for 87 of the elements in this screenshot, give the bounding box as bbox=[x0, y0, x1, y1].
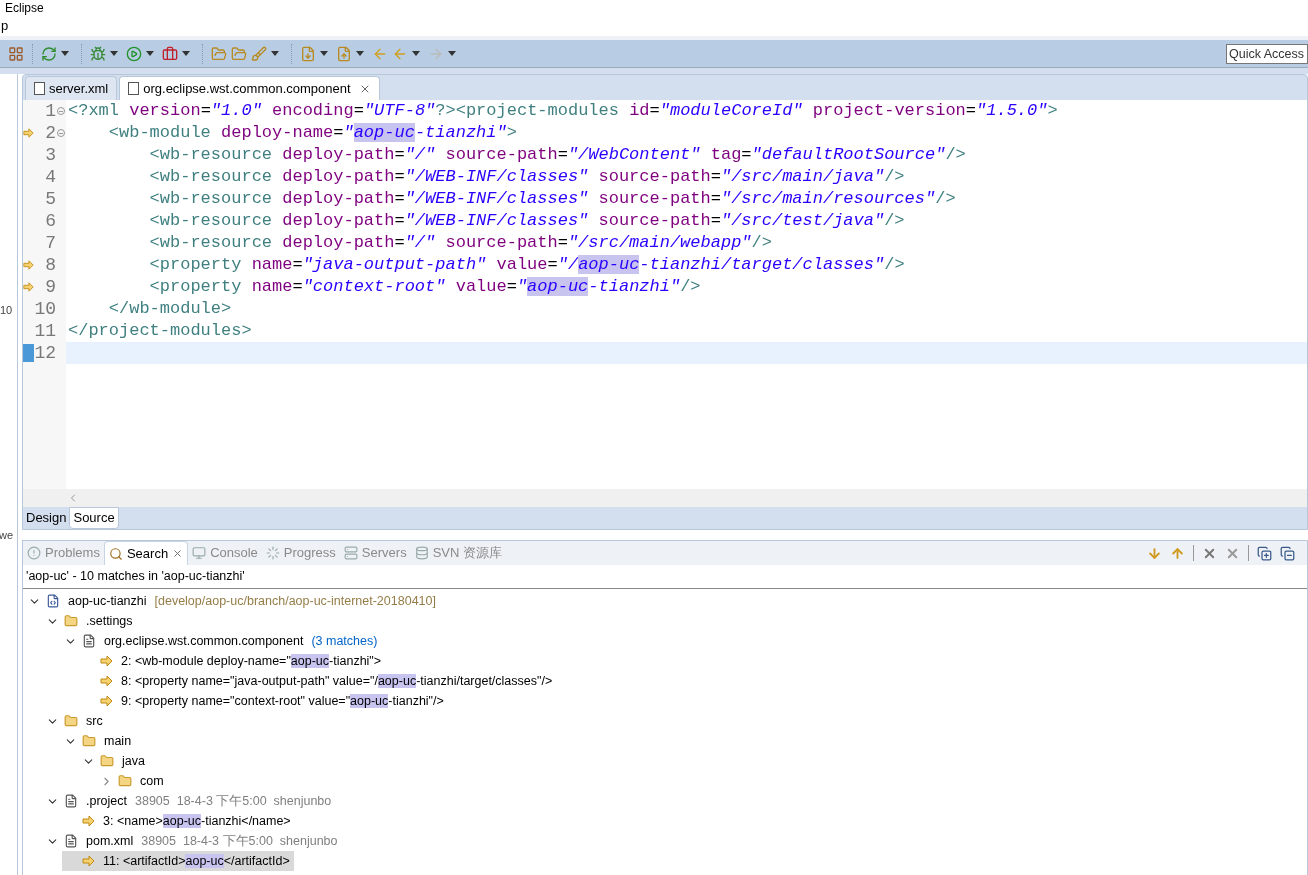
result-row[interactable]: main bbox=[62, 731, 136, 751]
editor-tab[interactable]: server.xml bbox=[25, 76, 118, 100]
file-icon bbox=[64, 794, 78, 808]
dropdown-caret-icon[interactable] bbox=[448, 51, 456, 56]
result-row[interactable]: 2: <wb-module deploy-name="aop-uc-tianzhi"> bbox=[80, 651, 386, 671]
line-number: 12 bbox=[34, 342, 56, 364]
progress-icon bbox=[265, 546, 280, 560]
dropdown-caret-icon[interactable] bbox=[146, 51, 154, 56]
code-line: <wb-resource deploy-path="/" source-path="/src/main/webapp"/> bbox=[148, 233, 772, 252]
folder-icon bbox=[100, 754, 114, 768]
code-line: <property name="context-root" value="aop-uc-tianzhi"/> bbox=[148, 277, 701, 296]
dropdown-caret-icon[interactable] bbox=[412, 51, 420, 56]
arrow-marker-icon bbox=[100, 656, 113, 666]
menu-item[interactable]: p bbox=[0, 16, 9, 36]
quick-access-field[interactable]: Quick Access bbox=[1226, 43, 1308, 64]
result-detail: 38905 18-4-3 下午5:00 shenjunbo bbox=[135, 792, 332, 810]
grid-icon[interactable] bbox=[8, 45, 24, 62]
code-line: <wb-resource deploy-path="/WEB-INF/classes" source-path="/src/test/java"/> bbox=[148, 211, 905, 230]
project-icon bbox=[46, 594, 60, 608]
view-tab[interactable]: Search bbox=[103, 541, 189, 565]
result-row[interactable]: com bbox=[98, 771, 168, 791]
dropdown-caret-icon[interactable] bbox=[110, 51, 118, 56]
code-line: <wb-resource deploy-path="/WEB-INF/classes" source-path="/src/main/java"/> bbox=[148, 167, 905, 186]
folder-icon bbox=[118, 774, 132, 788]
line-number: 5 bbox=[44, 188, 56, 210]
line-number: 11 bbox=[34, 320, 56, 342]
file-icon bbox=[64, 834, 78, 848]
arrow-marker-icon bbox=[100, 676, 113, 686]
line-number: 6 bbox=[44, 210, 56, 232]
folder-icon bbox=[82, 734, 96, 748]
line-number: 4 bbox=[44, 166, 56, 188]
line-number: 7 bbox=[44, 232, 56, 254]
dropdown-caret-icon[interactable] bbox=[320, 51, 328, 56]
arrow-marker-icon bbox=[23, 260, 34, 270]
result-row[interactable]: aop-uc-tianzhi [develop/aop-uc/branch/aop-uc-internet-20180410] bbox=[26, 591, 440, 611]
side-panel-label: 10 bbox=[0, 303, 14, 318]
page-tab[interactable]: Source bbox=[69, 507, 119, 529]
code-line: </project-modules> bbox=[68, 321, 252, 340]
dropdown-caret-icon[interactable] bbox=[61, 51, 69, 56]
result-row[interactable]: 3: <name>aop-uc-tianzhi</name> bbox=[62, 811, 295, 831]
line-number: 2 bbox=[44, 122, 56, 144]
database-icon bbox=[414, 546, 429, 560]
result-row[interactable]: 11: <artifactId>aop-uc</artifactId> bbox=[62, 851, 294, 871]
folder-icon bbox=[64, 614, 78, 628]
code-line: <?xml version="1.0" encoding="UTF-8"?><project-modules id="moduleCoreId" project-version="1.5.0"> bbox=[68, 101, 1058, 120]
arrow-marker-icon bbox=[82, 816, 95, 826]
line-number: 8 bbox=[44, 254, 56, 276]
match-count: (3 matches) bbox=[311, 632, 378, 650]
result-row[interactable]: 8: <property name="java-output-path" value="/aop-uc-tianzhi/target/classes"/> bbox=[80, 671, 557, 691]
result-row[interactable]: .project 38905 18-4-3 下午5:00 shenjunbo bbox=[44, 791, 336, 811]
dropdown-caret-icon[interactable] bbox=[356, 51, 364, 56]
code-line: </wb-module> bbox=[107, 299, 232, 318]
code-line: <wb-module deploy-name="aop-uc-tianzhi"> bbox=[107, 123, 517, 142]
window-title: Eclipse bbox=[5, 0, 44, 17]
editor-tab[interactable]: org.eclipse.wst.common.component bbox=[119, 76, 380, 100]
code-line: <property name="java-output-path" value="/aop-uc-tianzhi/target/classes"/> bbox=[148, 255, 905, 274]
result-detail: 38905 18-4-3 下午5:00 shenjunbo bbox=[141, 832, 338, 850]
result-row[interactable]: org.eclipse.wst.common.component (3 matches) bbox=[62, 631, 382, 651]
result-row[interactable]: src bbox=[44, 711, 107, 731]
close-icon[interactable] bbox=[172, 548, 184, 559]
line-number: 9 bbox=[44, 276, 56, 298]
collapse-all-icon[interactable] bbox=[1280, 545, 1295, 561]
monitor-icon bbox=[192, 546, 207, 560]
code-line: <wb-resource deploy-path="/" source-path="/WebContent" tag="defaultRootSource"/> bbox=[148, 145, 966, 164]
arrow-marker-icon bbox=[23, 282, 34, 292]
result-row[interactable]: .settings bbox=[44, 611, 137, 631]
search-icon bbox=[108, 546, 123, 561]
search-summary: 'aop-uc' - 10 matches in 'aop-uc-tianzhi' bbox=[26, 568, 245, 586]
page-tab[interactable]: Design bbox=[23, 507, 70, 529]
problems-icon bbox=[27, 546, 41, 560]
expand-all-icon[interactable] bbox=[1257, 545, 1272, 561]
result-row[interactable]: java bbox=[80, 751, 149, 771]
dropdown-caret-icon[interactable] bbox=[271, 51, 279, 56]
line-number: 10 bbox=[34, 298, 56, 320]
result-row[interactable]: pom.xml 38905 18-4-3 下午5:00 shenjunbo bbox=[44, 831, 342, 851]
code-line: <wb-resource deploy-path="/WEB-INF/classes" source-path="/src/main/resources"/> bbox=[148, 189, 956, 208]
dropdown-caret-icon[interactable] bbox=[182, 51, 190, 56]
line-number: 3 bbox=[44, 144, 56, 166]
server-icon bbox=[343, 546, 358, 560]
folder-icon bbox=[64, 714, 78, 728]
result-row[interactable]: 9: <property name="context-root" value="aop-uc-tianzhi"/> bbox=[80, 691, 448, 711]
arrow-marker-icon bbox=[82, 856, 95, 866]
result-detail: [develop/aop-uc/branch/aop-uc-internet-20180410] bbox=[154, 592, 436, 610]
arrow-marker-icon bbox=[100, 696, 113, 706]
line-number: 1 bbox=[44, 100, 56, 122]
file-icon bbox=[82, 634, 96, 648]
arrow-marker-icon bbox=[23, 128, 34, 138]
